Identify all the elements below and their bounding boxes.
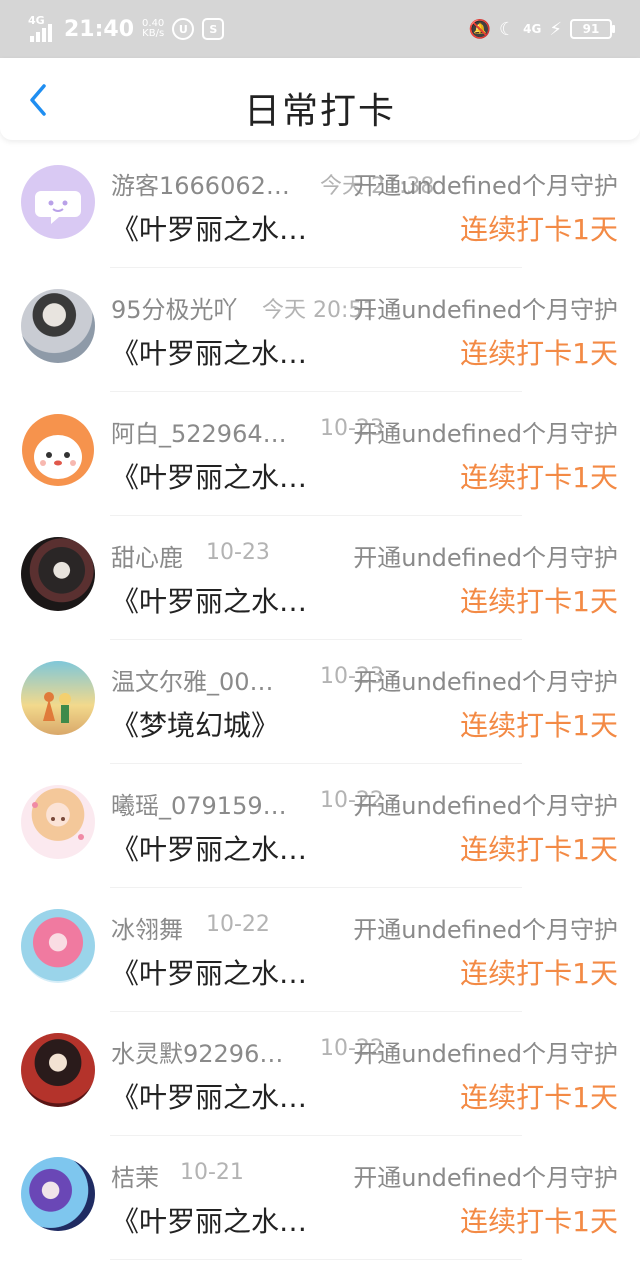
user-name[interactable]: 曦瑶_079159… (111, 786, 301, 821)
streak-label: 连续打卡1天 (460, 461, 618, 494)
status-bar: 4G 21:40 0.40 KB/s U S 🔕 ☾ 4G ⚡ 91 (0, 0, 640, 58)
charging-icon: ⚡ (549, 18, 562, 40)
avatar[interactable] (21, 413, 95, 487)
book-title[interactable]: 《叶罗丽之水… (111, 580, 307, 620)
list-item[interactable]: 曦瑶_079159… 10-22 开通undefined个月守护 《叶罗丽之水…… (0, 764, 640, 888)
user-name[interactable]: 水灵默92296… (111, 1034, 301, 1069)
network-type-icon: 4G (523, 22, 542, 36)
streak-label: 连续打卡1天 (460, 213, 618, 246)
list-item[interactable]: 温文尔雅_00… 10-23 开通undefined个月守护 《梦境幻城》 连续… (0, 640, 640, 764)
book-title[interactable]: 《叶罗丽之水… (111, 456, 307, 496)
list-item[interactable]: 水灵默92296… 10-22 开通undefined个月守护 《叶罗丽之水… … (0, 1012, 640, 1136)
app-notification-icon: S (202, 18, 225, 40)
book-title[interactable]: 《叶罗丽之水… (111, 208, 307, 248)
mute-icon: 🔕 (468, 18, 492, 40)
list-item[interactable]: 游客1666062… 今天 21:38 开通undefined个月守护 《叶罗丽… (0, 144, 640, 268)
book-title[interactable]: 《叶罗丽之水… (111, 1200, 307, 1240)
avatar[interactable] (21, 785, 95, 859)
streak-label: 连续打卡1天 (460, 1205, 618, 1238)
avatar[interactable] (21, 909, 95, 983)
signal-icon: 4G (28, 15, 56, 42)
avatar[interactable] (21, 661, 95, 735)
guard-status: 开通undefined个月守护 (353, 792, 618, 820)
streak-label: 连续打卡1天 (460, 585, 618, 618)
checkin-time: 10-21 (180, 1160, 244, 1185)
moon-icon: ☾ (499, 18, 516, 40)
book-title[interactable]: 《梦境幻城》 (111, 704, 279, 744)
book-title[interactable]: 《叶罗丽之水… (111, 332, 307, 372)
streak-label: 连续打卡1天 (460, 709, 618, 742)
user-name[interactable]: 温文尔雅_00… (111, 662, 301, 697)
list-item[interactable]: 阿白_522964… 10-23 开通undefined个月守护 《叶罗丽之水…… (0, 392, 640, 516)
guard-status: 开通undefined个月守护 (353, 1040, 618, 1068)
guard-status: 开通undefined个月守护 (353, 172, 618, 200)
list-item[interactable]: 冰翎舞 10-22 开通undefined个月守护 《叶罗丽之水… 连续打卡1天 (0, 888, 640, 1012)
streak-label: 连续打卡1天 (460, 833, 618, 866)
battery-level: 91 (582, 22, 600, 36)
streak-label: 连续打卡1天 (460, 337, 618, 370)
book-title[interactable]: 《叶罗丽之水… (111, 952, 307, 992)
book-title[interactable]: 《叶罗丽之水… (111, 1076, 307, 1116)
user-name[interactable]: 阿白_522964… (111, 414, 301, 449)
checkin-time: 10-22 (206, 912, 270, 937)
guard-status: 开通undefined个月守护 (353, 916, 618, 944)
book-title[interactable]: 《叶罗丽之水… (111, 828, 307, 868)
user-name[interactable]: 游客1666062… (111, 166, 301, 201)
chat-bubble-icon (35, 191, 81, 224)
anime-girl-icon (32, 802, 84, 840)
avatar[interactable] (21, 1157, 95, 1231)
guard-status: 开通undefined个月守护 (353, 296, 618, 324)
checkin-time: 10-23 (206, 540, 270, 565)
list-item[interactable]: 桔茉 10-21 开通undefined个月守护 《叶罗丽之水… 连续打卡1天 (0, 1136, 640, 1260)
avatar[interactable] (21, 537, 95, 611)
notification-icon: U (172, 18, 195, 40)
avatar[interactable] (21, 289, 95, 363)
guard-status: 开通undefined个月守护 (353, 1164, 618, 1192)
list-item[interactable]: 甜心鹿 10-23 开通undefined个月守护 《叶罗丽之水… 连续打卡1天 (0, 516, 640, 640)
guard-status: 开通undefined个月守护 (353, 544, 618, 572)
streak-label: 连续打卡1天 (460, 1081, 618, 1114)
guard-status: 开通undefined个月守护 (353, 420, 618, 448)
avatar[interactable] (21, 1033, 95, 1107)
streak-label: 连续打卡1天 (460, 957, 618, 990)
nav-header: 日常打卡 (0, 58, 640, 140)
speed-unit: KB/s (142, 28, 165, 39)
battery-icon: 91 (570, 19, 615, 39)
network-speed: 0.40 KB/s (142, 19, 164, 39)
list-item[interactable]: 95分极光吖 今天 20:51 开通undefined个月守护 《叶罗丽之水… … (0, 268, 640, 392)
guard-status: 开通undefined个月守护 (353, 668, 618, 696)
clock: 21:40 (64, 16, 135, 42)
avatar[interactable] (21, 165, 95, 239)
little-prince-icon (43, 692, 71, 723)
checkin-list: 游客1666062… 今天 21:38 开通undefined个月守护 《叶罗丽… (0, 144, 640, 1260)
page-title: 日常打卡 (243, 91, 396, 132)
cartoon-face-icon (22, 414, 94, 486)
